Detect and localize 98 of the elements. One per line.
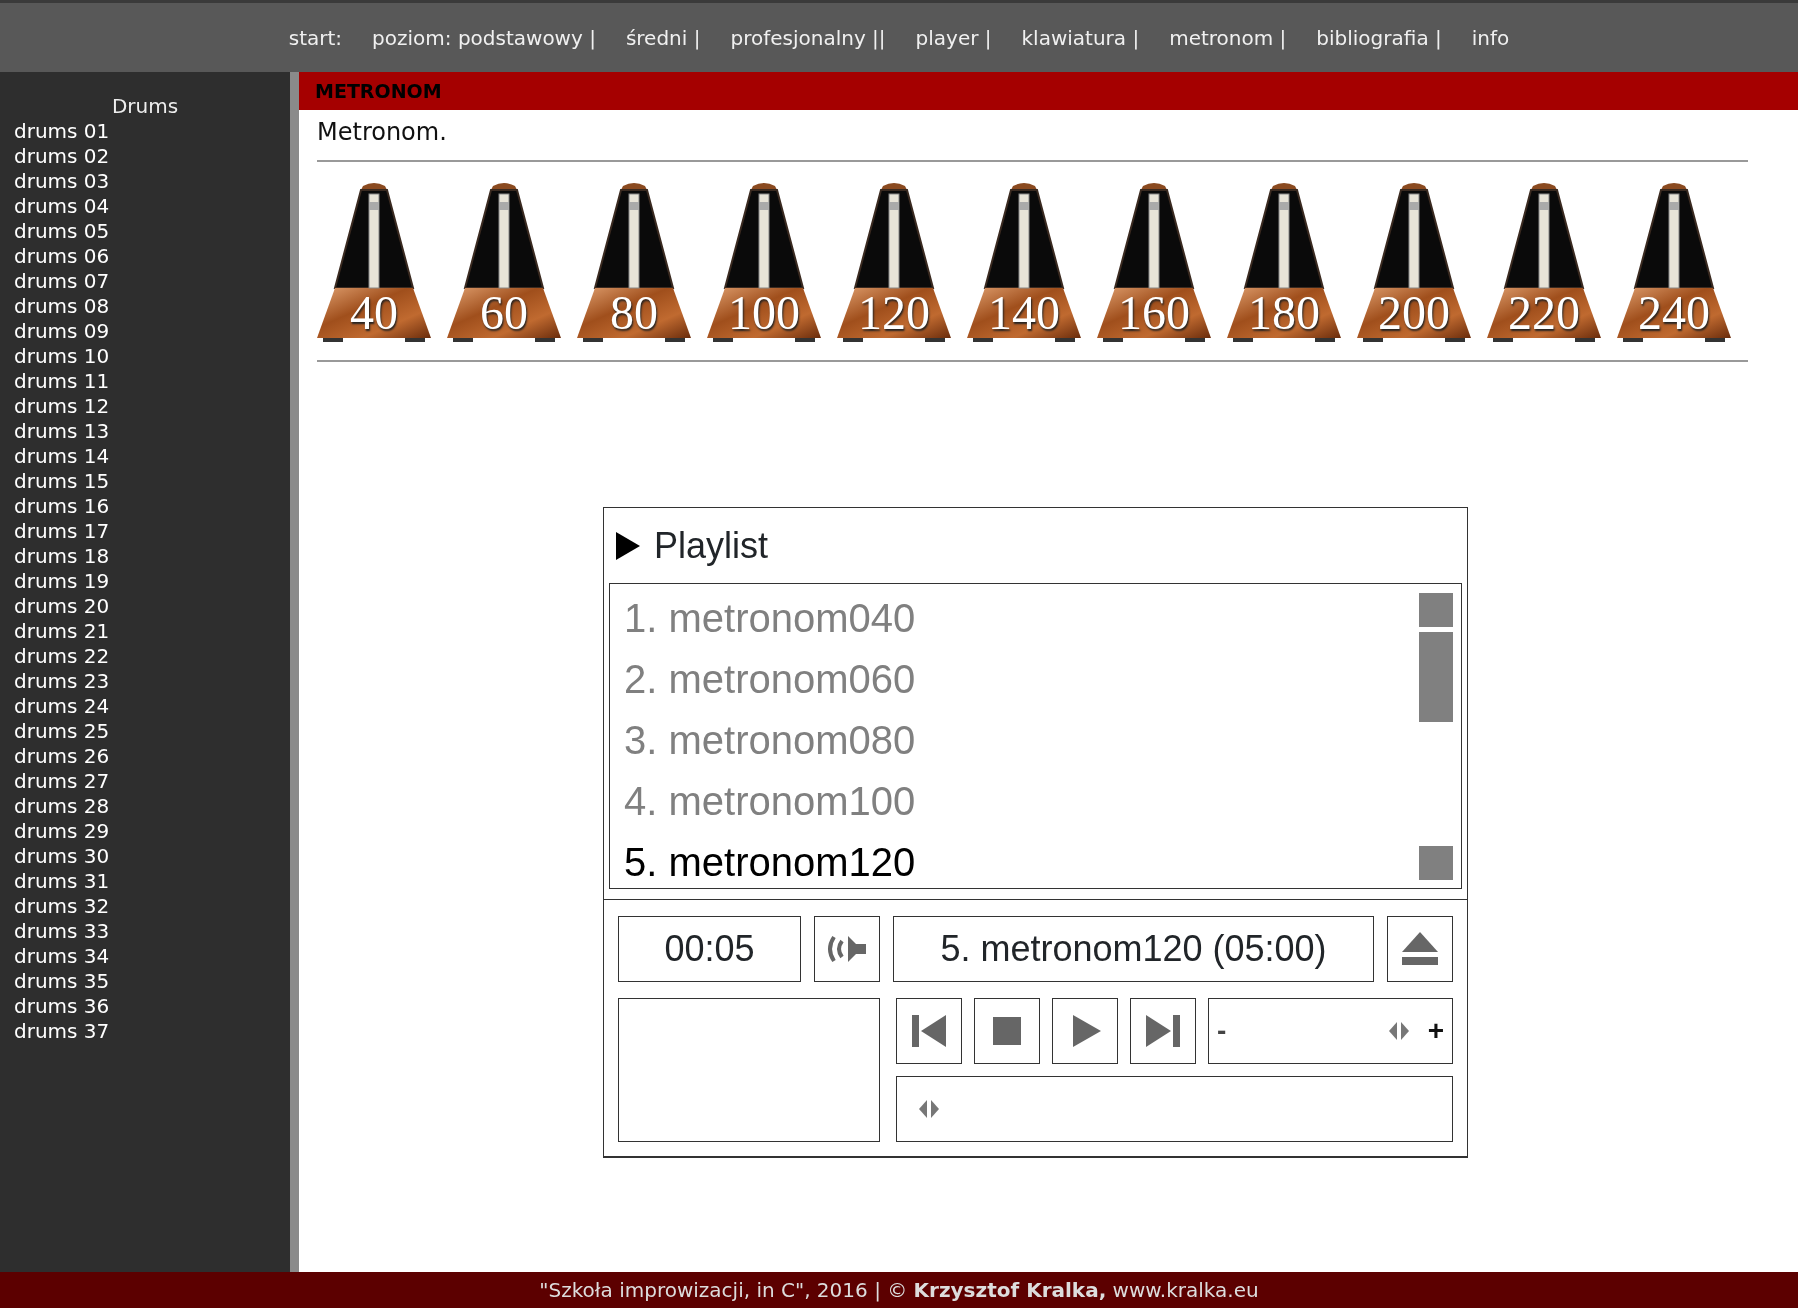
sidebar-link[interactable]: drums 24	[0, 694, 110, 719]
sidebar-link[interactable]: drums 34	[0, 944, 110, 969]
metronome-link[interactable]: 60	[445, 180, 563, 342]
sidebar-link[interactable]: drums 17	[0, 519, 110, 544]
eject-button[interactable]	[1387, 916, 1453, 982]
sidebar-link[interactable]: drums 23	[0, 669, 110, 694]
metronome-icon	[315, 180, 433, 342]
sidebar-link[interactable]: drums 26	[0, 744, 110, 769]
sidebar-link[interactable]: drums 05	[0, 219, 110, 244]
sidebar-link[interactable]: drums 32	[0, 894, 110, 919]
sidebar-link[interactable]: drums 12	[0, 394, 110, 419]
metronome-link[interactable]: 160	[1095, 180, 1213, 342]
play-button[interactable]	[1052, 998, 1118, 1064]
footer-text: "Szkoła improwizacji, in C", 2016 | © Krzysztof Kralka, www.kralka.eu	[539, 1277, 1259, 1304]
sidebar-link[interactable]: drums 33	[0, 919, 110, 944]
sidebar-link[interactable]: drums 01	[0, 119, 110, 144]
slider-thumb-icon[interactable]	[919, 1100, 940, 1118]
sidebar-title: Drums	[110, 94, 180, 119]
skip-forward-icon	[1146, 1013, 1180, 1049]
play-icon[interactable]	[616, 531, 640, 560]
nav-link-item[interactable]: klawiatura |	[1021, 22, 1140, 53]
sidebar-link[interactable]: drums 07	[0, 269, 110, 294]
sidebar-link[interactable]: drums 25	[0, 719, 110, 744]
nav-link-item[interactable]: info	[1471, 22, 1510, 53]
sidebar-link[interactable]: drums 29	[0, 819, 110, 844]
metronome-link[interactable]: 120	[835, 180, 953, 342]
sidebar-link[interactable]: drums 10	[0, 344, 110, 369]
sidebar-link[interactable]: drums 13	[0, 419, 110, 444]
metronome-link[interactable]: 140	[965, 180, 1083, 342]
sidebar-link[interactable]: drums 19	[0, 569, 110, 594]
volume-slider[interactable]: - +	[1208, 998, 1453, 1064]
speaker-button[interactable]	[814, 916, 880, 982]
section-heading-bar: METRONOM	[299, 72, 1798, 110]
metronome-icon	[835, 180, 953, 342]
nav-link-item[interactable]: start:	[288, 22, 343, 53]
sidebar-link[interactable]: drums 09	[0, 319, 110, 344]
metronome-link[interactable]: 180	[1225, 180, 1343, 342]
eject-icon	[1402, 932, 1438, 966]
metronome-icon	[965, 180, 1083, 342]
sidebar-link[interactable]: drums 30	[0, 844, 110, 869]
sidebar-link[interactable]: drums 11	[0, 369, 110, 394]
metronome-link[interactable]: 200	[1355, 180, 1473, 342]
nav-link-item[interactable]: metronom |	[1169, 22, 1287, 53]
metronome-link[interactable]: 100	[705, 180, 823, 342]
sidebar-link[interactable]: drums 14	[0, 444, 110, 469]
playlist-item[interactable]: 4. metronom100	[610, 771, 916, 832]
sidebar-link[interactable]: drums 06	[0, 244, 110, 269]
playlist-item[interactable]: 5. metronom120	[610, 832, 916, 893]
metronome-link[interactable]: 220	[1485, 180, 1603, 342]
metronome-icon	[1225, 180, 1343, 342]
sidebar-link[interactable]: drums 35	[0, 969, 110, 994]
sidebar-link[interactable]: drums 36	[0, 994, 110, 1019]
sidebar-link[interactable]: drums 21	[0, 619, 110, 644]
sidebar-link[interactable]: drums 31	[0, 869, 110, 894]
metronome-icon	[1095, 180, 1213, 342]
scrollbar-thumb[interactable]	[1419, 632, 1453, 722]
sidebar-link[interactable]: drums 02	[0, 144, 110, 169]
nav-link-item[interactable]: bibliografia |	[1316, 22, 1442, 53]
sidebar-link[interactable]: drums 15	[0, 469, 110, 494]
sidebar-link[interactable]: drums 22	[0, 644, 110, 669]
sidebar-link[interactable]: drums 18	[0, 544, 110, 569]
metronome-icon	[1485, 180, 1603, 342]
nav-link-item[interactable]: player |	[915, 22, 992, 53]
metronome-icon	[1615, 180, 1733, 342]
sidebar-link[interactable]: drums 28	[0, 794, 110, 819]
slider-thumb-icon[interactable]	[1388, 1022, 1409, 1040]
playlist-item[interactable]: 2. metronom060	[610, 649, 916, 710]
seek-bar[interactable]	[896, 1076, 1453, 1142]
sidebar-link[interactable]: drums 08	[0, 294, 110, 319]
metronome-link[interactable]: 80	[575, 180, 693, 342]
nav-link-item[interactable]: poziom: podstawowy |	[372, 22, 596, 53]
volume-minus-label: -	[1217, 1014, 1227, 1048]
playlist-item[interactable]: 1. metronom040	[610, 588, 916, 649]
stop-button[interactable]	[974, 998, 1040, 1064]
playlist-item[interactable]: 3. metronom080	[610, 710, 916, 771]
metronome-icon	[705, 180, 823, 342]
sidebar-link[interactable]: drums 16	[0, 494, 110, 519]
skip-back-icon	[912, 1013, 946, 1049]
nav-link-item[interactable]: średni |	[625, 22, 701, 53]
previous-button[interactable]	[896, 998, 962, 1064]
metronome-link[interactable]: 240	[1615, 180, 1733, 342]
sidebar-link[interactable]: drums 03	[0, 169, 110, 194]
sidebar-link[interactable]: drums 27	[0, 769, 110, 794]
nav-link-item[interactable]: profesjonalny ||	[730, 22, 886, 53]
intro-text: Metronom.	[316, 117, 448, 148]
metronome-link[interactable]: 40	[315, 180, 433, 342]
metronome-icon	[1355, 180, 1473, 342]
speaker-icon	[826, 934, 868, 964]
now-playing-title: 5. metronom120 (05:00)	[893, 916, 1374, 982]
metronome-icon	[445, 180, 563, 342]
next-button[interactable]	[1130, 998, 1196, 1064]
sidebar-link[interactable]: drums 37	[0, 1019, 110, 1044]
playlist-title: Playlist	[654, 523, 769, 568]
sidebar-link[interactable]: drums 04	[0, 194, 110, 219]
metronome-icon	[575, 180, 693, 342]
sidebar-link[interactable]: drums 20	[0, 594, 110, 619]
volume-plus-label: +	[1427, 1014, 1444, 1048]
time-display: 00:05	[618, 916, 801, 982]
